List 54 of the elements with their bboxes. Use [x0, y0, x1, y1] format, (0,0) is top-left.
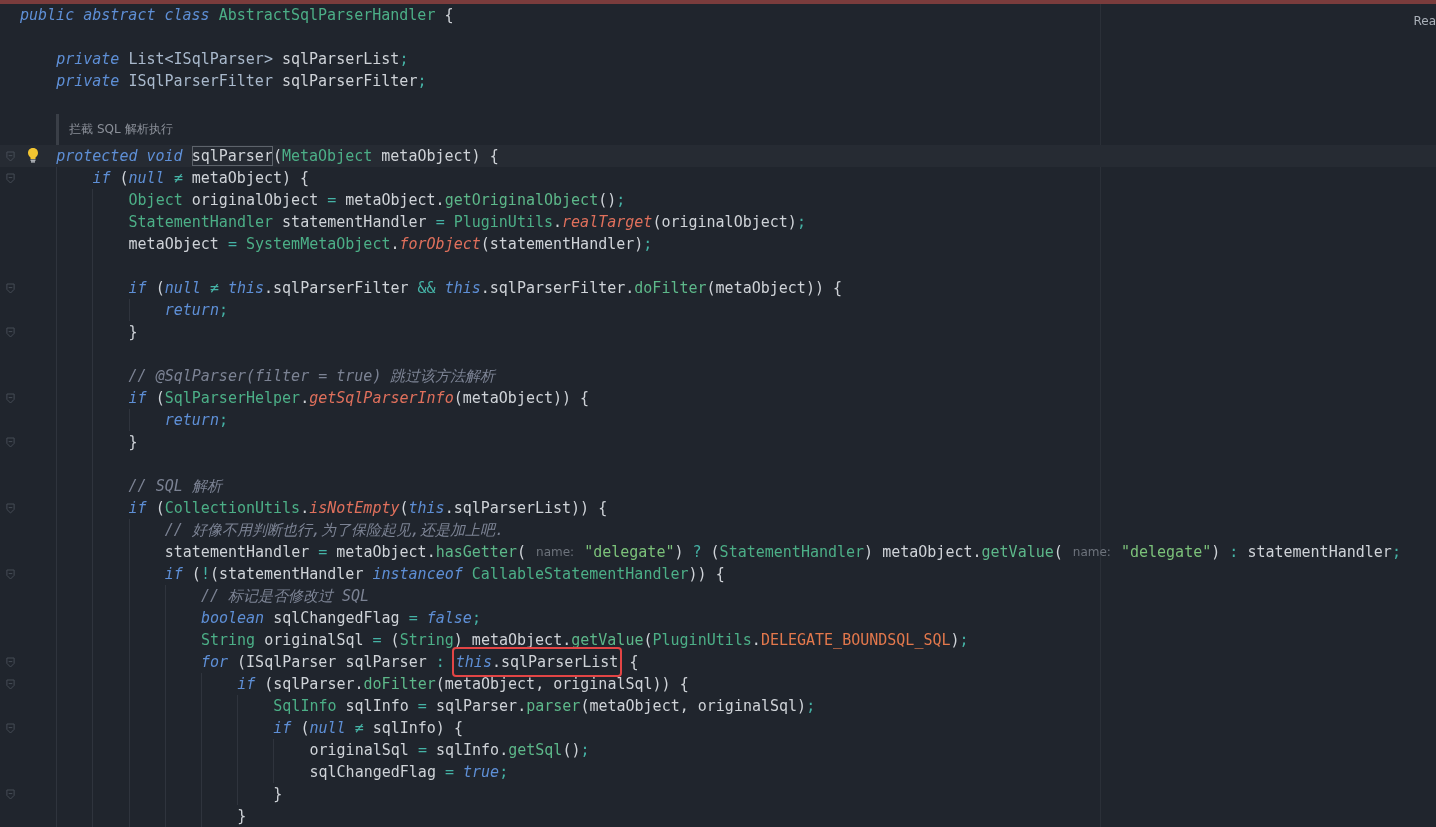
code-text: SqlInfo sqlInfo = sqlParser.parser(metaObject, originalSql);	[273, 696, 816, 716]
code-text: if (!(statementHandler instanceof CallableStatementHandler)) {	[164, 564, 725, 584]
code-text: if (SqlParserHelper.getSqlParserInfo(metaObject)) {	[128, 388, 590, 408]
code-text: boolean sqlChangedFlag = false;	[200, 608, 481, 628]
lightbulb-icon[interactable]	[27, 147, 39, 163]
parameter-hint: name:	[1071, 544, 1112, 561]
fold-icon[interactable]	[6, 656, 15, 668]
code-text: "delegate") : statementHandler;	[1119, 542, 1401, 562]
fold-icon[interactable]	[6, 722, 15, 734]
code-text: }	[128, 432, 138, 452]
code-text: protected void	[56, 146, 184, 166]
reader-mode-label[interactable]: Rea	[1413, 14, 1436, 28]
code-text: for (ISqlParser sqlParser :	[200, 652, 446, 672]
doc-comment: 拦截 SQL 解析执行	[69, 121, 173, 138]
fold-icon[interactable]	[6, 502, 15, 514]
code-text: // 好像不用判断也行,为了保险起见,还是加上吧.	[164, 520, 504, 540]
parameter-hint: name:	[535, 544, 576, 561]
code-text: if (null ≠ this.sqlParserFilter && this.sqlParserFilter.doFilter(metaObject)) {	[128, 278, 843, 298]
code-text: "delegate") ? (StatementHandler) metaObject.getValue(	[583, 542, 1064, 562]
code-text: if (CollectionUtils.isNotEmpty(this.sqlParserList)) {	[128, 498, 608, 518]
fold-icon[interactable]	[6, 678, 15, 690]
code-text: if (sqlParser.doFilter(metaObject, originalSql)) {	[237, 674, 689, 694]
code-text: // @SqlParser(filter = true) 跳过该方法解析	[128, 366, 496, 386]
fold-icon[interactable]	[6, 326, 15, 338]
annotation-box: this.sqlParserList	[451, 647, 623, 677]
code-text: }	[237, 806, 247, 826]
fold-icon[interactable]	[6, 392, 15, 404]
code-text: originalSql = sqlInfo.getSql();	[309, 740, 590, 760]
fold-icon[interactable]	[6, 788, 15, 800]
code-text: if (null ≠ metaObject) {	[92, 168, 310, 188]
code-text: StatementHandler statementHandler = PluginUtils.realTarget(originalObject);	[128, 212, 806, 232]
code-text: statementHandler = metaObject.hasGetter(	[164, 542, 527, 562]
code-text: sqlChangedFlag = true;	[309, 762, 509, 782]
code-text: return;	[164, 410, 228, 430]
code-text: String originalSql = (String) metaObject.getValue(PluginUtils.DELEGATE_BOUNDSQL_SQL);	[200, 630, 969, 650]
code-text: if (null ≠ sqlInfo) {	[273, 718, 463, 738]
fold-icon[interactable]	[6, 150, 15, 162]
code-text: // 标记是否修改过 SQL	[200, 586, 370, 606]
code-text: public abstract class AbstractSqlParserHandler {	[20, 5, 454, 25]
fold-icon[interactable]	[6, 172, 15, 184]
code-text: }	[273, 784, 283, 804]
code-text: return;	[164, 300, 228, 320]
code-text: // SQL 解析	[128, 476, 222, 496]
code-text: }	[128, 322, 138, 342]
code-text: Object originalObject = metaObject.getOriginalObject();	[128, 190, 626, 210]
fold-icon[interactable]	[6, 568, 15, 580]
code-text: private ISqlParserFilter sqlParserFilter;	[56, 71, 427, 91]
fold-icon[interactable]	[6, 282, 15, 294]
code-text: (MetaObject metaObject) {	[272, 146, 499, 166]
symbol-highlight: sqlParser	[191, 146, 273, 166]
code-text: private List<ISqlParser> sqlParserList;	[56, 49, 409, 69]
fold-icon[interactable]	[6, 436, 15, 448]
code-text: metaObject = SystemMetaObject.forObject(statementHandler);	[128, 234, 653, 254]
code-text: {	[628, 652, 639, 672]
